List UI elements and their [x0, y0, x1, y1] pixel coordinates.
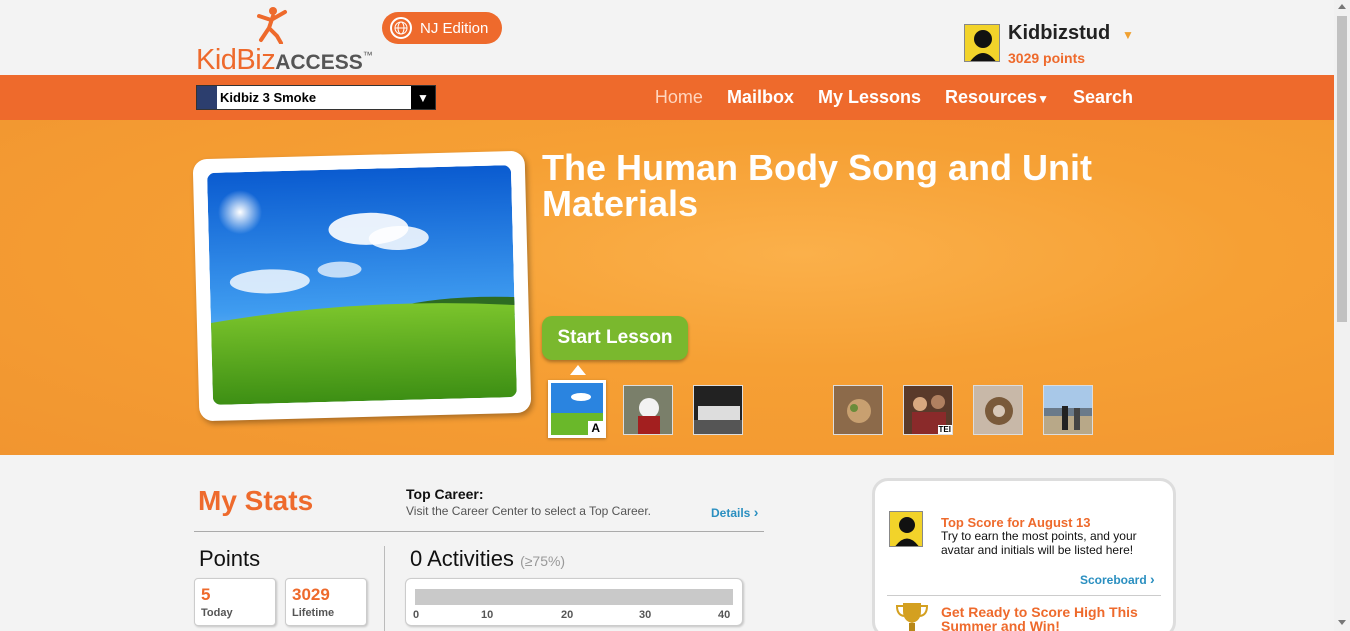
points-heading: Points [199, 546, 261, 571]
kidbiz-logo[interactable]: KidBizACCESS™ [196, 6, 386, 76]
dropdown-arrow-icon[interactable]: ▼ [411, 86, 435, 109]
scroll-up-icon[interactable] [1338, 4, 1346, 9]
scroll-down-icon[interactable] [1338, 620, 1346, 625]
nav-resources[interactable]: Resources▼ [945, 87, 1049, 108]
page-scrollbar[interactable] [1334, 0, 1350, 631]
top-career-description: Visit the Career Center to select a Top … [406, 504, 652, 518]
class-color-swatch [197, 86, 217, 109]
nav-links: Home Mailbox My Lessons Resources▼ Searc… [655, 75, 1133, 120]
user-menu[interactable]: Kidbizstud ▼ 3029 points [964, 22, 1144, 68]
class-select-value: Kidbiz 3 Smoke [220, 90, 317, 105]
nav-bar: Kidbiz 3 Smoke ▼ Home Mailbox My Lessons… [0, 75, 1334, 120]
tick-0: 0 [413, 609, 420, 621]
edition-label: NJ Edition [420, 19, 489, 37]
thumbnail-5[interactable]: TEI [903, 385, 953, 435]
details-link[interactable]: Details › [711, 504, 758, 520]
runner-icon [257, 7, 287, 44]
top-career-label: Top Career: [406, 486, 484, 502]
thumbnail-3[interactable] [693, 385, 743, 435]
my-stats-heading: My Stats [198, 485, 314, 516]
activities-heading: 0 Activities (≥75%) [410, 546, 565, 572]
scoreboard-link[interactable]: Scoreboard › [1080, 571, 1155, 587]
panel-divider [887, 595, 1161, 596]
points-today-value: 5 [201, 585, 211, 604]
user-points: 3029 points [1008, 50, 1086, 66]
user-name[interactable]: Kidbizstud [1008, 22, 1110, 45]
thumbnail-7[interactable] [1043, 385, 1093, 435]
points-today-label: Today [201, 607, 233, 619]
activities-card: 0 10 20 30 40 [405, 578, 743, 626]
summer-contest-heading: Get Ready to Score High This Summer and … [941, 604, 1138, 631]
details-label: Details [711, 506, 751, 520]
globe-icon [390, 17, 412, 39]
class-select[interactable]: Kidbiz 3 Smoke ▼ [196, 85, 436, 110]
lesson-title: The Human Body Song and Unit Materials [542, 147, 1092, 224]
points-today-card: 5 Today [194, 578, 276, 626]
logo-kid: KidBiz [196, 44, 276, 76]
logo-text: KidBizACCESS™ [196, 44, 373, 77]
stats-vertical-divider [384, 546, 385, 631]
logo-access: ACCESS [275, 51, 363, 74]
caret-down-icon[interactable]: ▼ [1122, 28, 1134, 42]
tick-30: 30 [639, 609, 652, 621]
thumbnail-badge-a: A [588, 421, 603, 435]
nav-home[interactable]: Home [655, 87, 703, 108]
top-score-text: Try to earn the most points, and your av… [941, 529, 1137, 557]
tick-40: 40 [718, 609, 731, 621]
points-lifetime-label: Lifetime [292, 607, 335, 619]
edition-button[interactable]: NJ Edition [382, 12, 502, 44]
lesson-thumbnails: A TEI [0, 378, 1334, 442]
tick-10: 10 [481, 609, 494, 621]
points-lifetime-card: 3029 Lifetime [285, 578, 367, 626]
nav-search[interactable]: Search [1073, 87, 1133, 108]
nav-resources-label: Resources [945, 87, 1038, 107]
top-scorer-avatar [889, 511, 923, 547]
thumbnail-1[interactable]: A [548, 380, 606, 438]
top-header: KidBizACCESS™ NJ Edition Kidbizstud ▼ 30… [0, 0, 1334, 76]
thumbnail-6[interactable] [973, 385, 1023, 435]
lesson-hero: The Human Body Song and Unit Materials S… [0, 120, 1334, 455]
chevron-right-icon: › [753, 504, 759, 520]
points-lifetime-value: 3029 [292, 585, 330, 604]
chevron-right-icon: › [1150, 571, 1155, 587]
scroll-thumb[interactable] [1337, 16, 1347, 322]
leaderboard-panel: Top Score for August 13 Try to earn the … [872, 478, 1176, 631]
lesson-image [206, 165, 517, 405]
tick-20: 20 [561, 609, 574, 621]
thumbnail-4[interactable] [833, 385, 883, 435]
selected-pointer [570, 365, 586, 375]
activities-progress-bar [415, 589, 733, 605]
start-lesson-button[interactable]: Start Lesson [542, 316, 688, 360]
thumbnail-badge-tei: TEI [937, 425, 952, 434]
thumbnail-2[interactable] [623, 385, 673, 435]
caret-down-icon: ▼ [1037, 92, 1049, 106]
activities-count: 0 Activities [410, 546, 514, 571]
trophy-icon [895, 603, 929, 631]
scoreboard-label: Scoreboard [1080, 573, 1147, 587]
avatar[interactable] [964, 24, 1000, 62]
top-score-heading: Top Score for August 13 [941, 515, 1091, 530]
logo-tm: ™ [362, 50, 373, 62]
activities-threshold: (≥75%) [520, 553, 566, 569]
nav-mailbox[interactable]: Mailbox [727, 87, 794, 108]
stats-divider [194, 531, 764, 532]
nav-my-lessons[interactable]: My Lessons [818, 87, 921, 108]
